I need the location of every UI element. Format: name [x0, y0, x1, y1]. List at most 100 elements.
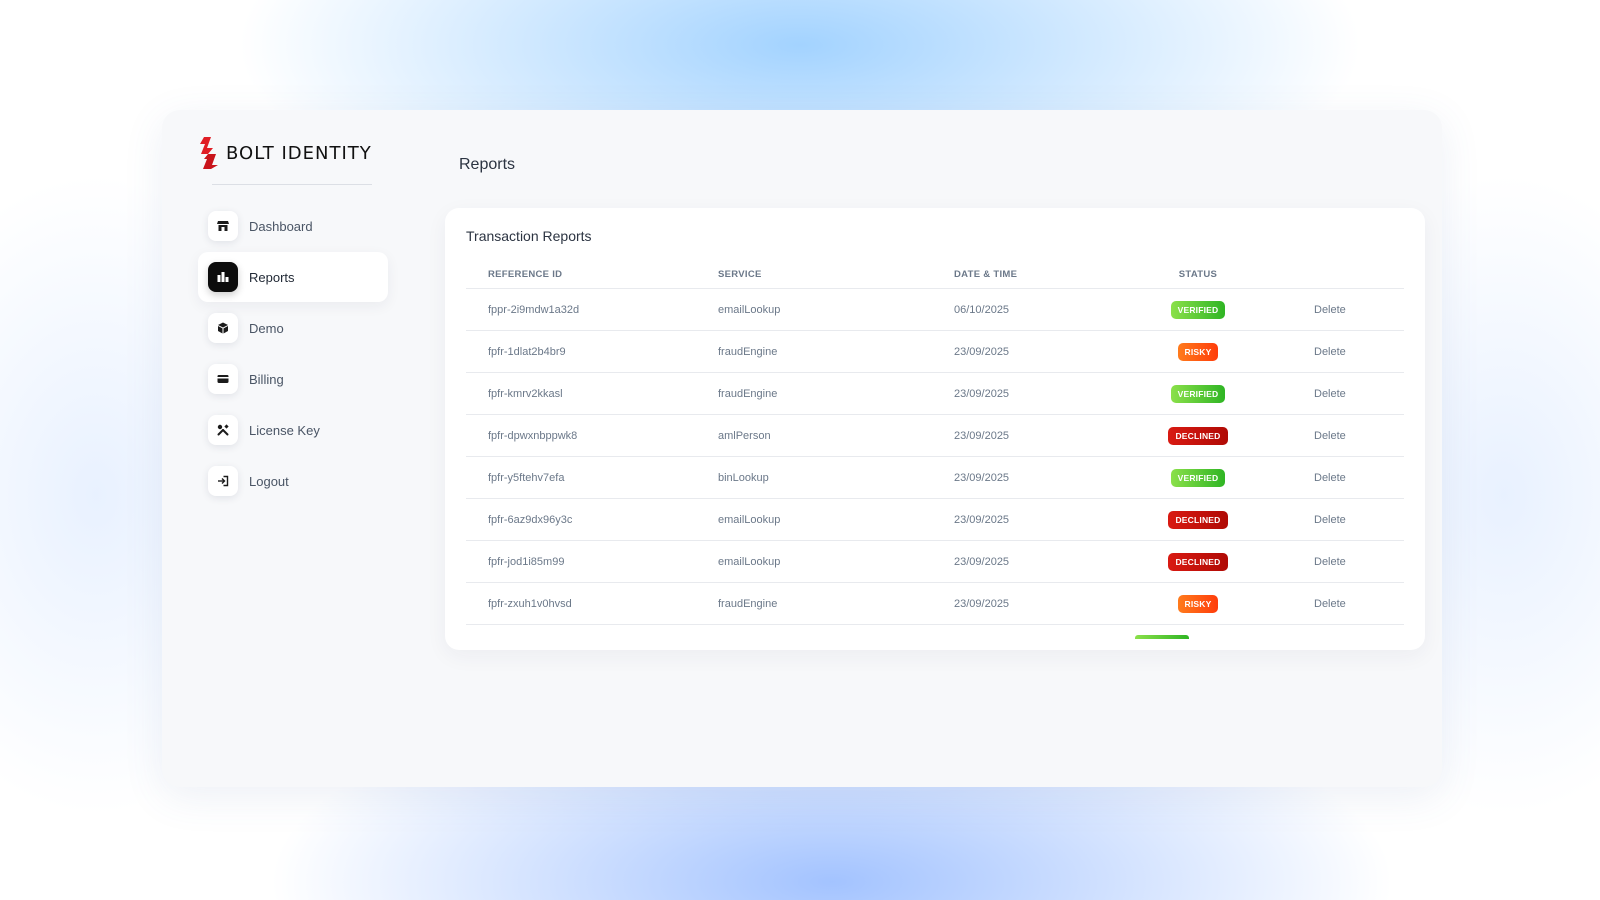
column-header-status[interactable]: STATUS	[1102, 260, 1294, 289]
column-header-actions	[1294, 260, 1404, 289]
column-header-service[interactable]: SERVICE	[696, 260, 932, 289]
table-row[interactable]: fpfr-6az9dx96y3c emailLookup 23/09/2025 …	[466, 498, 1404, 541]
sidebar-item-logout[interactable]: Logout	[198, 456, 388, 506]
status-badge: DECLINED	[1168, 552, 1228, 571]
cell-reference-id: fppr-2i9mdw1a32d	[466, 288, 696, 331]
cell-status: DECLINED	[1102, 414, 1294, 457]
cell-action: Delete	[1294, 288, 1404, 331]
sidebar-item-billing[interactable]: Billing	[198, 354, 388, 404]
sidebar-item-label: License Key	[249, 422, 320, 438]
cell-date: 23/09/2025	[932, 498, 1102, 541]
status-badge-partial	[1135, 635, 1189, 639]
table-row[interactable]: fpfr-jod1i85m99 emailLookup 23/09/2025 D…	[466, 540, 1404, 583]
delete-link[interactable]: Delete	[1314, 472, 1346, 484]
status-badge: DECLINED	[1168, 426, 1228, 445]
table-row[interactable]: fppr-2i9mdw1a32d emailLookup 06/10/2025 …	[466, 288, 1404, 331]
reports-table-scroll[interactable]: REFERENCE ID SERVICE DATE & TIME STATUS …	[466, 260, 1404, 638]
column-header-date-time[interactable]: DATE & TIME	[932, 260, 1102, 289]
cell-service: fraudEngine	[696, 330, 932, 373]
column-header-reference-id[interactable]: REFERENCE ID	[466, 260, 696, 289]
table-header-row: REFERENCE ID SERVICE DATE & TIME STATUS	[466, 260, 1404, 289]
delete-link[interactable]: Delete	[1314, 304, 1346, 316]
cell-action: Delete	[1294, 498, 1404, 541]
sidebar-nav: Dashboard Reports Demo Billing License K…	[198, 201, 388, 506]
cell-date: 23/09/2025	[932, 582, 1102, 625]
reports-table: REFERENCE ID SERVICE DATE & TIME STATUS …	[466, 260, 1404, 625]
cell-status: DECLINED	[1102, 498, 1294, 541]
sidebar-item-label: Logout	[249, 473, 289, 489]
app-window: BOLT IDENTITY Dashboard Reports Demo Bil…	[162, 110, 1442, 787]
cell-date: 23/09/2025	[932, 372, 1102, 415]
cell-reference-id: fpfr-y5ftehv7efa	[466, 456, 696, 499]
cell-action: Delete	[1294, 456, 1404, 499]
cell-reference-id: fpfr-kmrv2kkasl	[466, 372, 696, 415]
cell-service: emailLookup	[696, 540, 932, 583]
logout-icon	[208, 466, 238, 496]
cell-status: VERIFIED	[1102, 288, 1294, 331]
bolt-logo-icon	[200, 137, 218, 169]
page-title: Reports	[459, 156, 516, 173]
cell-reference-id: fpfr-jod1i85m99	[466, 540, 696, 583]
sidebar-item-license-key[interactable]: License Key	[198, 405, 388, 455]
delete-link[interactable]: Delete	[1314, 430, 1346, 442]
sidebar-item-reports[interactable]: Reports	[198, 252, 388, 302]
sidebar-item-label: Demo	[249, 320, 284, 336]
table-row[interactable]: fpfr-zxuh1v0hvsd fraudEngine 23/09/2025 …	[466, 582, 1404, 625]
card-title: Transaction Reports	[466, 228, 592, 244]
cell-service: fraudEngine	[696, 582, 932, 625]
reports-card: Transaction Reports REFERENCE ID SERVICE…	[445, 208, 1425, 650]
cell-service: binLookup	[696, 456, 932, 499]
status-badge: RISKY	[1177, 594, 1219, 613]
table-body: fppr-2i9mdw1a32d emailLookup 06/10/2025 …	[466, 288, 1404, 625]
delete-link[interactable]: Delete	[1314, 388, 1346, 400]
bar-chart-icon	[208, 262, 238, 292]
table-row[interactable]: fpfr-1dlat2b4br9 fraudEngine 23/09/2025 …	[466, 330, 1404, 373]
sidebar-item-label: Billing	[249, 371, 284, 387]
cell-service: emailLookup	[696, 288, 932, 331]
sidebar-item-demo[interactable]: Demo	[198, 303, 388, 353]
cell-reference-id: fpfr-1dlat2b4br9	[466, 330, 696, 373]
sidebar-item-label: Dashboard	[249, 218, 313, 234]
sidebar-divider	[212, 184, 372, 185]
cell-date: 06/10/2025	[932, 288, 1102, 331]
status-badge: RISKY	[1177, 342, 1219, 361]
brand-name: BOLT IDENTITY	[226, 142, 372, 164]
credit-card-icon	[208, 364, 238, 394]
cell-service: fraudEngine	[696, 372, 932, 415]
cell-status: RISKY	[1102, 330, 1294, 373]
store-icon	[208, 211, 238, 241]
cell-service: amlPerson	[696, 414, 932, 457]
cell-action: Delete	[1294, 330, 1404, 373]
table-row[interactable]: fpfr-kmrv2kkasl fraudEngine 23/09/2025 V…	[466, 372, 1404, 415]
cell-action: Delete	[1294, 372, 1404, 415]
cell-action: Delete	[1294, 414, 1404, 457]
cell-action: Delete	[1294, 540, 1404, 583]
cell-date: 23/09/2025	[932, 456, 1102, 499]
status-badge: VERIFIED	[1170, 300, 1226, 319]
cell-date: 23/09/2025	[932, 540, 1102, 583]
status-badge: VERIFIED	[1170, 468, 1226, 487]
delete-link[interactable]: Delete	[1314, 556, 1346, 568]
cell-status: RISKY	[1102, 582, 1294, 625]
sidebar-item-label: Reports	[249, 269, 295, 285]
cell-service: emailLookup	[696, 498, 932, 541]
sidebar: BOLT IDENTITY Dashboard Reports Demo Bil…	[198, 136, 388, 507]
cell-reference-id: fpfr-zxuh1v0hvsd	[466, 582, 696, 625]
cell-reference-id: fpfr-6az9dx96y3c	[466, 498, 696, 541]
status-badge: DECLINED	[1168, 510, 1228, 529]
cell-action: Delete	[1294, 582, 1404, 625]
cube-icon	[208, 313, 238, 343]
brand-logo[interactable]: BOLT IDENTITY	[198, 136, 388, 170]
table-row[interactable]: fpfr-y5ftehv7efa binLookup 23/09/2025 VE…	[466, 456, 1404, 499]
delete-link[interactable]: Delete	[1314, 346, 1346, 358]
cell-reference-id: fpfr-dpwxnbppwk8	[466, 414, 696, 457]
delete-link[interactable]: Delete	[1314, 598, 1346, 610]
cell-date: 23/09/2025	[932, 414, 1102, 457]
sidebar-item-dashboard[interactable]: Dashboard	[198, 201, 388, 251]
cell-status: VERIFIED	[1102, 456, 1294, 499]
delete-link[interactable]: Delete	[1314, 514, 1346, 526]
cell-status: DECLINED	[1102, 540, 1294, 583]
status-badge: VERIFIED	[1170, 384, 1226, 403]
cell-date: 23/09/2025	[932, 330, 1102, 373]
table-row[interactable]: fpfr-dpwxnbppwk8 amlPerson 23/09/2025 DE…	[466, 414, 1404, 457]
